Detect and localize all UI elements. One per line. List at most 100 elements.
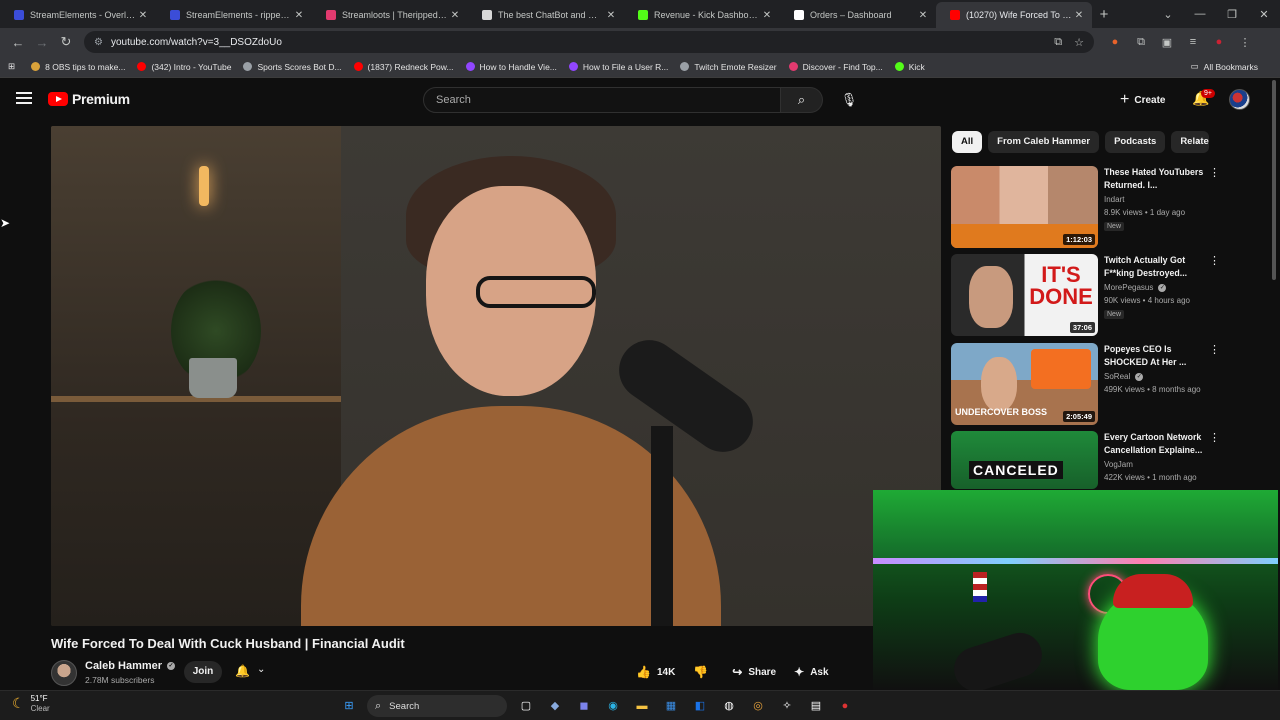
- close-icon[interactable]: ✕: [916, 10, 930, 21]
- chevron-down-icon[interactable]: ⌄: [257, 664, 265, 675]
- reload-icon[interactable]: ↻: [54, 34, 78, 50]
- bookmark-item[interactable]: Discover - Find Top...: [788, 62, 883, 72]
- recommendation-channel[interactable]: MorePegasus ✓: [1104, 283, 1167, 292]
- close-icon[interactable]: ✕: [292, 10, 306, 21]
- bookmark-item[interactable]: How to File a User R...: [568, 62, 668, 72]
- search-input[interactable]: Search: [423, 87, 781, 113]
- more-options-icon[interactable]: ⋮: [1209, 254, 1220, 267]
- terminal-icon[interactable]: ▤: [805, 695, 827, 717]
- bookmark-item[interactable]: (342) Intro - YouTube: [137, 62, 231, 72]
- app-icon[interactable]: ✧: [776, 695, 798, 717]
- browser-tab[interactable]: Revenue - Kick Dashboard ✕: [624, 2, 780, 28]
- video-thumbnail[interactable]: 1:12:03: [951, 166, 1098, 248]
- video-player[interactable]: [51, 126, 941, 626]
- video-thumbnail[interactable]: IT'S DONE 37:06: [951, 254, 1098, 336]
- dislike-button[interactable]: 👎: [693, 665, 714, 679]
- account-avatar[interactable]: [1229, 89, 1250, 110]
- media-icon[interactable]: ≡: [1180, 36, 1206, 48]
- chip-related[interactable]: Relate: [1171, 131, 1210, 153]
- kebab-menu-icon[interactable]: ⋮: [1232, 36, 1258, 49]
- outlook-icon[interactable]: ◧: [689, 695, 711, 717]
- extension-icon[interactable]: ●: [1102, 36, 1128, 48]
- sidepanel-icon[interactable]: ▣: [1154, 36, 1180, 49]
- share-button[interactable]: ↪ Share: [732, 665, 776, 679]
- recommendation-title[interactable]: These Hated YouTubers Returned. I...: [1104, 166, 1207, 192]
- menu-icon[interactable]: [16, 92, 32, 104]
- recommendation-title[interactable]: Every Cartoon Network Cancellation Expla…: [1104, 431, 1207, 457]
- more-options-icon[interactable]: ⋮: [1209, 166, 1220, 179]
- browser-tab-active[interactable]: (10270) Wife Forced To De ✕: [936, 2, 1092, 28]
- site-info-icon[interactable]: ⚙: [94, 37, 103, 48]
- bookmark-star-icon[interactable]: ☆: [1074, 36, 1084, 49]
- subscribed-bell-icon[interactable]: 🔔: [235, 664, 250, 678]
- close-icon[interactable]: ✕: [604, 10, 618, 21]
- windows-start-icon[interactable]: ⊞: [338, 695, 360, 717]
- browser-tab[interactable]: Streamloots | Therippedredne✕: [312, 2, 468, 28]
- recommendation-channel[interactable]: SoReal ✓: [1104, 372, 1144, 381]
- address-bar[interactable]: ⚙ youtube.com/watch?v=3__DSOZdoUo ⧉ ☆: [84, 31, 1094, 53]
- recommendation-item[interactable]: 1:12:03 These Hated YouTubers Returned. …: [951, 166, 1251, 250]
- profile-icon[interactable]: ●: [1206, 36, 1232, 48]
- browser-tab[interactable]: StreamElements - rippedredne✕: [156, 2, 312, 28]
- bookmark-item[interactable]: Kick: [894, 62, 925, 72]
- close-icon[interactable]: ✕: [448, 10, 462, 21]
- microphone-icon[interactable]: 🎙: [836, 87, 862, 113]
- maximize-icon[interactable]: ❐: [1216, 8, 1248, 21]
- install-icon[interactable]: ⧉: [1054, 36, 1062, 49]
- ask-button[interactable]: ✦ Ask: [794, 665, 828, 679]
- edge-icon[interactable]: ◉: [602, 695, 624, 717]
- channel-name[interactable]: Caleb Hammer ✓: [85, 660, 176, 672]
- app-icon-red[interactable]: ●: [834, 695, 856, 717]
- close-icon[interactable]: ✕: [1072, 10, 1086, 21]
- close-icon[interactable]: ✕: [760, 10, 774, 21]
- close-window-icon[interactable]: ✕: [1248, 8, 1280, 21]
- recommendation-channel[interactable]: Indart: [1104, 195, 1124, 204]
- bookmark-item[interactable]: Twitch Emote Resizer: [680, 62, 777, 72]
- apps-icon[interactable]: ⊞: [8, 61, 15, 72]
- close-icon[interactable]: ✕: [136, 10, 150, 21]
- copilot-icon[interactable]: ◆: [544, 695, 566, 717]
- browser-tab[interactable]: The best ChatBot and Widgets✕: [468, 2, 624, 28]
- chip-all[interactable]: All: [952, 131, 983, 153]
- bookmark-item[interactable]: How to Handle Vie...: [465, 62, 557, 72]
- join-button[interactable]: Join: [184, 661, 222, 683]
- store-icon[interactable]: ▦: [660, 695, 682, 717]
- chevron-right-icon[interactable]: ›: [1196, 133, 1200, 148]
- weather-widget[interactable]: ☾ 51°F Clear: [12, 694, 50, 713]
- obs-icon[interactable]: ◍: [718, 695, 740, 717]
- puzzle-icon[interactable]: ⧉: [1128, 36, 1154, 49]
- like-button[interactable]: 👍 14K: [636, 665, 675, 679]
- recommendation-item[interactable]: UNDERCOVER BOSS 2:05:49 Popeyes CEO Is S…: [951, 343, 1251, 427]
- channel-avatar[interactable]: [51, 660, 77, 686]
- recommendation-title[interactable]: Popeyes CEO Is SHOCKED At Her ...: [1104, 343, 1207, 369]
- chip-podcasts[interactable]: Podcasts: [1105, 131, 1166, 153]
- task-view-icon[interactable]: ▢: [515, 695, 537, 717]
- chrome-icon[interactable]: ◎: [747, 695, 769, 717]
- more-options-icon[interactable]: ⋮: [1209, 343, 1220, 356]
- recommendation-channel[interactable]: VogJam: [1104, 460, 1133, 469]
- youtube-logo[interactable]: Premium: [48, 91, 130, 107]
- all-bookmarks[interactable]: ▭ All Bookmarks: [1191, 61, 1258, 72]
- file-explorer-icon[interactable]: ▬: [631, 695, 653, 717]
- minimize-icon[interactable]: —: [1184, 8, 1216, 20]
- recommendation-item[interactable]: IT'S DONE 37:06 Twitch Actually Got F**k…: [951, 254, 1251, 338]
- bookmark-item[interactable]: 8 OBS tips to make...: [31, 62, 125, 72]
- forward-icon[interactable]: →: [30, 35, 54, 50]
- browser-tab[interactable]: StreamElements - Overlays ✕: [0, 2, 156, 28]
- back-icon[interactable]: ←: [6, 35, 30, 50]
- video-thumbnail[interactable]: CANCELED: [951, 431, 1098, 489]
- video-thumbnail[interactable]: UNDERCOVER BOSS 2:05:49: [951, 343, 1098, 425]
- browser-tab[interactable]: Orders – Dashboard ✕: [780, 2, 936, 28]
- recommendation-title[interactable]: Twitch Actually Got F**king Destroyed...: [1104, 254, 1207, 280]
- new-tab-button[interactable]: +: [1092, 2, 1116, 28]
- more-options-icon[interactable]: ⋮: [1209, 431, 1220, 444]
- bookmark-item[interactable]: Sports Scores Bot D...: [243, 62, 342, 72]
- chip-from-channel[interactable]: From Caleb Hammer: [988, 131, 1100, 153]
- taskbar-search[interactable]: ⌕ Search: [367, 695, 507, 717]
- teams-icon[interactable]: ◼: [573, 695, 595, 717]
- page-scrollbar[interactable]: [1272, 80, 1276, 280]
- search-tabs-icon[interactable]: ⌄: [1152, 8, 1184, 21]
- create-button[interactable]: + Create: [1120, 89, 1165, 111]
- search-button[interactable]: ⌕: [781, 87, 823, 113]
- bookmark-item[interactable]: (1837) Redneck Pow...: [353, 62, 454, 72]
